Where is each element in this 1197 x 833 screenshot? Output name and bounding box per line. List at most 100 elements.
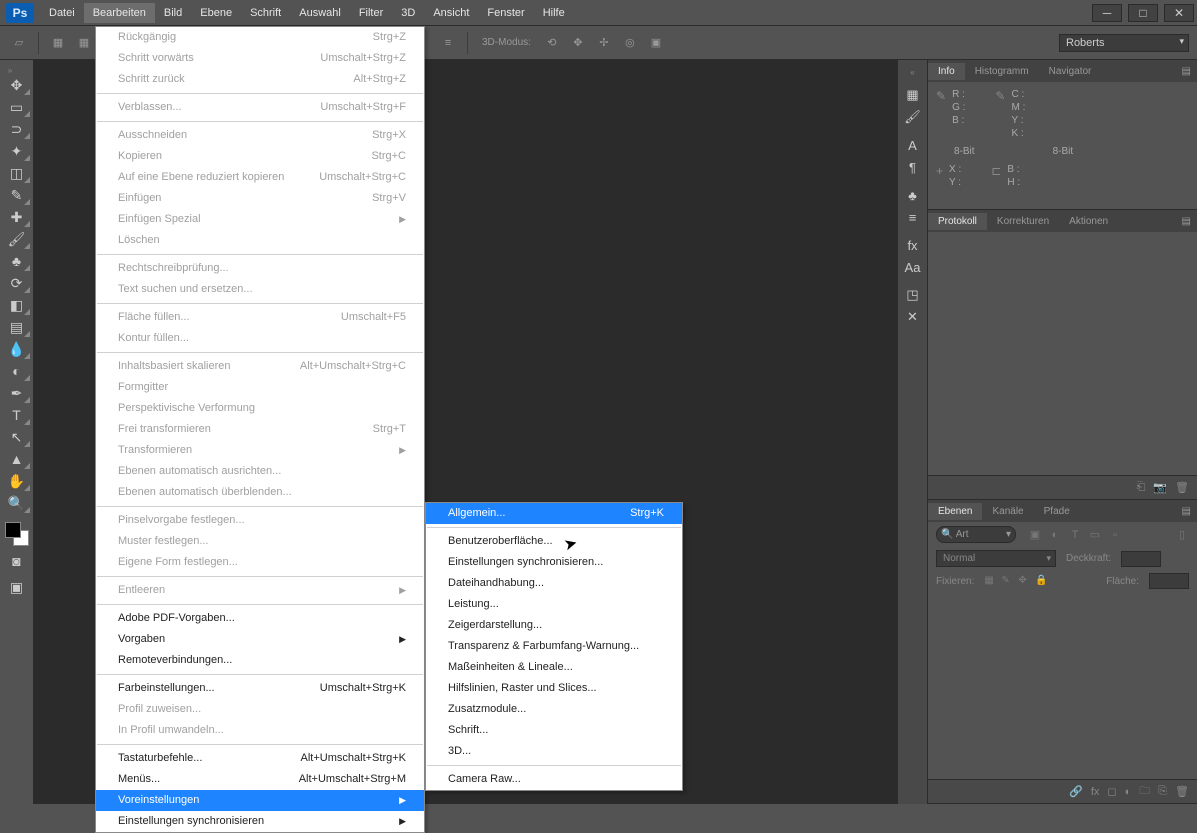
stamp-tool[interactable]: ♣ <box>3 250 31 272</box>
history-snapshot-icon[interactable]: ⎗ <box>1137 481 1146 494</box>
quickmask-icon[interactable]: ◙ <box>3 550 31 572</box>
menu-hilfe[interactable]: Hilfe <box>534 3 574 23</box>
menuitem-men-s[interactable]: Menüs...Alt+Umschalt+Strg+M <box>96 769 424 790</box>
toolbox-collapse[interactable]: » <box>0 66 20 74</box>
menuitem-schrift[interactable]: Schrift... <box>426 720 682 741</box>
tab-aktionen[interactable]: Aktionen <box>1059 213 1118 230</box>
adjustment-icon[interactable]: ◐ <box>1125 786 1132 798</box>
3d-orbit-icon[interactable]: ⟲ <box>541 32 563 54</box>
maximize-button[interactable]: □ <box>1128 4 1158 22</box>
tab-info[interactable]: Info <box>928 63 965 80</box>
tab-korrekturen[interactable]: Korrekturen <box>987 213 1059 230</box>
menuitem-benutzeroberfl-che[interactable]: Benutzeroberfläche... <box>426 531 682 552</box>
menu-filter[interactable]: Filter <box>350 3 392 23</box>
menu-ansicht[interactable]: Ansicht <box>424 3 478 23</box>
menuitem-adobe-pdf-vorgaben[interactable]: Adobe PDF-Vorgaben... <box>96 608 424 629</box>
zoom-tool[interactable]: 🔍 <box>3 492 31 514</box>
opacity-field[interactable] <box>1121 551 1161 567</box>
menu-datei[interactable]: Datei <box>40 3 84 23</box>
tab-navigator[interactable]: Navigator <box>1039 63 1102 80</box>
3d-drag-icon[interactable]: ✢ <box>593 32 615 54</box>
menuitem-farbeinstellungen[interactable]: Farbeinstellungen...Umschalt+Strg+K <box>96 678 424 699</box>
pen-tool[interactable]: ✒ <box>3 382 31 404</box>
panel-menu-icon[interactable]: ▤ <box>1176 506 1197 517</box>
fg-color-swatch[interactable] <box>5 522 21 538</box>
menuitem-camera-raw[interactable]: Camera Raw... <box>426 769 682 790</box>
filter-adjust-icon[interactable]: ◐ <box>1048 528 1062 542</box>
link-icon[interactable]: 🔗 <box>1069 785 1083 798</box>
align-dock-icon[interactable]: ≡ <box>902 206 924 228</box>
menuitem-3d[interactable]: 3D... <box>426 741 682 762</box>
panel-menu-icon[interactable]: ▤ <box>1176 66 1197 77</box>
menuitem-zeigerdarstellung[interactable]: Zeigerdarstellung... <box>426 615 682 636</box>
history-tool[interactable]: ⟳ <box>3 272 31 294</box>
heal-tool[interactable]: ✚ <box>3 206 31 228</box>
layer-filter-select[interactable]: 🔍 Art <box>936 526 1016 543</box>
menuitem-dateihandhabung[interactable]: Dateihandhabung... <box>426 573 682 594</box>
menu-auswahl[interactable]: Auswahl <box>290 3 350 23</box>
marquee-tool[interactable]: ▭ <box>3 96 31 118</box>
move-tool-icon[interactable]: ▱ <box>8 32 30 54</box>
lock-transparent-icon[interactable]: ▦ <box>984 575 997 588</box>
path-tool[interactable]: ↖ <box>3 426 31 448</box>
3d-pan-icon[interactable]: ✥ <box>567 32 589 54</box>
lock-all-icon[interactable]: 🔒 <box>1035 575 1048 588</box>
menuitem-voreinstellungen[interactable]: Voreinstellungen▶ <box>96 790 424 811</box>
fill-field[interactable] <box>1149 573 1189 589</box>
menuitem-ma-einheiten-lineale[interactable]: Maßeinheiten & Lineale... <box>426 657 682 678</box>
opt-icon[interactable]: ▦ <box>47 32 69 54</box>
close-button[interactable]: ✕ <box>1164 4 1194 22</box>
group-icon[interactable]: 🗀 <box>1139 782 1150 801</box>
glyphs-dock-icon[interactable]: Aa <box>902 256 924 278</box>
menuitem-transparenz-farbumfang-warnung[interactable]: Transparenz & Farbumfang-Warnung... <box>426 636 682 657</box>
hand-tool[interactable]: ✋ <box>3 470 31 492</box>
lasso-tool[interactable]: ⊃ <box>3 118 31 140</box>
menuitem-einstellungen-synchronisieren[interactable]: Einstellungen synchronisieren... <box>426 552 682 573</box>
char-dock-icon[interactable]: A <box>902 134 924 156</box>
fx-icon[interactable]: fx <box>1091 786 1100 798</box>
swatches-dock-icon[interactable]: ▦ <box>902 84 924 106</box>
menu-schrift[interactable]: Schrift <box>241 3 290 23</box>
wand-tool[interactable]: ✦ <box>3 140 31 162</box>
crop-tool[interactable]: ◫ <box>3 162 31 184</box>
menuitem-zusatzmodule[interactable]: Zusatzmodule... <box>426 699 682 720</box>
menu-bearbeiten[interactable]: Bearbeiten <box>84 3 155 23</box>
opt-icon[interactable]: ▦ <box>73 32 95 54</box>
menuitem-allgemein[interactable]: Allgemein...Strg+K <box>426 503 682 524</box>
lock-move-icon[interactable]: ✥ <box>1018 575 1031 588</box>
menu-3d[interactable]: 3D <box>392 3 424 23</box>
tab-pfade[interactable]: Pfade <box>1034 503 1080 520</box>
mask-icon[interactable]: ◻ <box>1107 785 1116 798</box>
minimize-button[interactable]: ─ <box>1092 4 1122 22</box>
3d-slide-icon[interactable]: ◎ <box>619 32 641 54</box>
tab-histogramm[interactable]: Histogramm <box>965 63 1039 80</box>
measure-dock-icon[interactable]: ✕ <box>902 306 924 328</box>
menu-bild[interactable]: Bild <box>155 3 191 23</box>
menu-fenster[interactable]: Fenster <box>478 3 533 23</box>
trash-icon[interactable]: 🗑 <box>1175 481 1189 494</box>
dock-collapse[interactable]: « <box>903 68 923 76</box>
type-tool[interactable]: T <box>3 404 31 426</box>
filter-pixel-icon[interactable]: ▣ <box>1028 528 1042 542</box>
dodge-tool[interactable]: ◐ <box>3 360 31 382</box>
eyedropper-tool[interactable]: ✎ <box>3 184 31 206</box>
menuitem-einstellungen-synchronisieren[interactable]: Einstellungen synchronisieren▶ <box>96 811 424 832</box>
lock-brush-icon[interactable]: ✎ <box>1001 575 1014 588</box>
menu-ebene[interactable]: Ebene <box>191 3 241 23</box>
menuitem-leistung[interactable]: Leistung... <box>426 594 682 615</box>
styles-dock-icon[interactable]: fx <box>902 234 924 256</box>
menuitem-tastaturbefehle[interactable]: Tastaturbefehle...Alt+Umschalt+Strg+K <box>96 748 424 769</box>
new-layer-icon[interactable]: ⎘ <box>1158 785 1167 798</box>
3d-scale-icon[interactable]: ▣ <box>645 32 667 54</box>
color-swatches[interactable] <box>5 522 29 546</box>
clone-dock-icon[interactable]: ♣ <box>902 184 924 206</box>
screenmode-icon[interactable]: ▣ <box>3 576 31 598</box>
tab-protokoll[interactable]: Protokoll <box>928 213 987 230</box>
eraser-tool[interactable]: ◧ <box>3 294 31 316</box>
tab-kanäle[interactable]: Kanäle <box>982 503 1033 520</box>
camera-icon[interactable]: 📷 <box>1153 481 1167 494</box>
para-dock-icon[interactable]: ¶ <box>902 156 924 178</box>
move-tool[interactable]: ✥ <box>3 74 31 96</box>
tab-ebenen[interactable]: Ebenen <box>928 503 982 520</box>
shape-tool[interactable]: ▲ <box>3 448 31 470</box>
